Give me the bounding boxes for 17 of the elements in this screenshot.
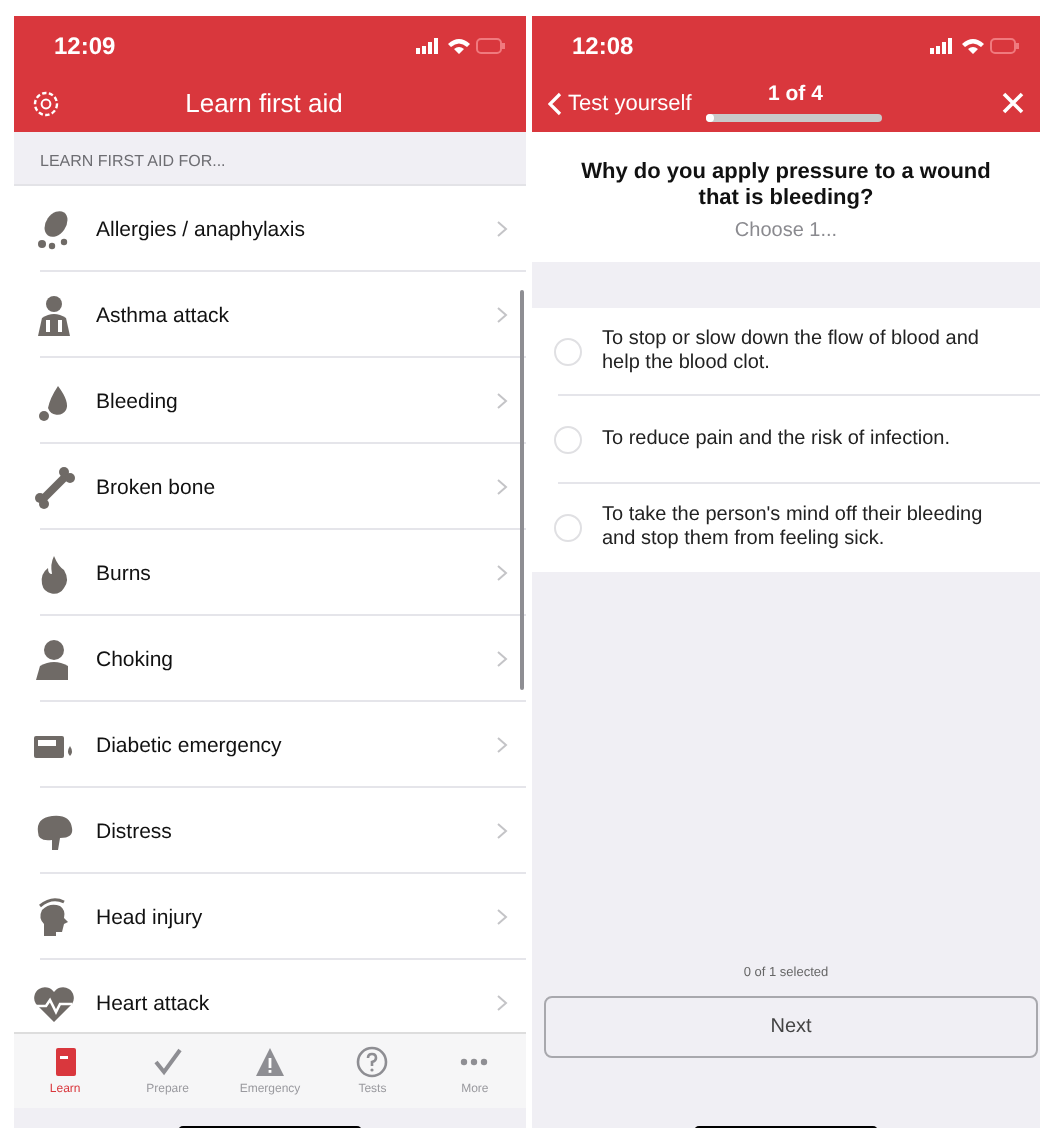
next-button[interactable]: Next	[544, 996, 1038, 1058]
topic-row[interactable]: Distress	[14, 788, 526, 874]
answer-option[interactable]: To take the person's mind off their bleeding and stop them from feeling sick.	[532, 484, 1040, 573]
topic-row[interactable]: Choking	[14, 616, 526, 702]
question-counter: 1 of 4	[768, 82, 823, 106]
topic-row[interactable]: Head injury	[14, 874, 526, 960]
back-button[interactable]: Test yourself	[548, 91, 692, 115]
question-text: Why do you apply pressure to a wound that is bleeding?	[579, 160, 993, 213]
nav-title: Learn first aid	[183, 88, 345, 118]
instruction-text: Choose 1...	[734, 220, 838, 243]
status-time: 12:09	[54, 31, 116, 59]
topic-row[interactable]: Diabetic emergency	[14, 702, 526, 788]
status-time: 12:08	[572, 31, 634, 59]
section-header: LEARN FIRST AID FOR...	[40, 152, 226, 170]
answer-option[interactable]: To stop or slow down the flow of blood and help the blood clot.	[532, 308, 1040, 397]
answer-option[interactable]: To reduce pain and the risk of infection.	[532, 396, 1040, 485]
topic-row[interactable]: Allergies / anaphylaxis	[14, 186, 526, 272]
